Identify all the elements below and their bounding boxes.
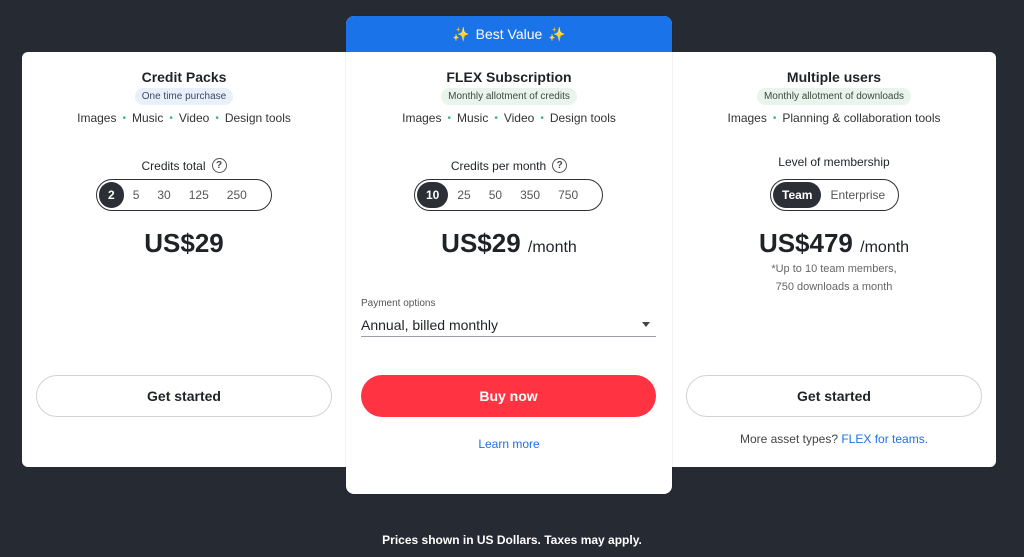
feature-list: Images • Music • Video • Design tools	[346, 111, 672, 125]
credit-option-50[interactable]: 50	[480, 182, 511, 208]
feature-item: Video	[178, 111, 210, 125]
feature-item: Design tools	[549, 111, 616, 125]
feature-item: Images	[727, 111, 767, 125]
selector-label-row: Level of membership	[672, 155, 996, 169]
price-note-line: *Up to 10 team members,	[771, 263, 897, 275]
get-started-button[interactable]: Get started	[36, 375, 332, 417]
selector-label-row: Credits total ?	[22, 158, 346, 173]
bullet-dot-icon: •	[494, 112, 498, 124]
more-assets-row: More asset types? FLEX for teams.	[672, 432, 996, 446]
selector-label: Credits total	[141, 158, 206, 173]
price-period: /month	[860, 239, 910, 256]
price-row: US$479 /month	[672, 228, 996, 259]
credit-packs-card: Credit Packs One time purchase Images • M…	[22, 52, 346, 467]
plan-title: Multiple users	[786, 69, 882, 85]
price: US$479	[758, 228, 853, 258]
credit-option-250[interactable]: 250	[218, 182, 256, 208]
credits-per-month-selector: 10 25 50 350 750	[414, 179, 603, 211]
help-icon[interactable]: ?	[552, 158, 568, 173]
prices-disclaimer: Prices shown in US Dollars. Taxes may ap…	[382, 533, 642, 547]
membership-option-team[interactable]: Team	[773, 182, 822, 208]
membership-level-selector: Team Enterprise	[770, 179, 899, 211]
credit-option-750[interactable]: 750	[549, 182, 587, 208]
feature-item: Video	[503, 111, 535, 125]
best-value-banner: ✨ Best Value ✨	[346, 16, 672, 52]
learn-more-link[interactable]: Learn more	[478, 437, 539, 451]
credit-option-350[interactable]: 350	[511, 182, 549, 208]
credit-option-10[interactable]: 10	[417, 182, 449, 208]
chevron-down-icon	[642, 322, 650, 327]
get-started-button[interactable]: Get started	[686, 375, 982, 417]
credit-option-25[interactable]: 25	[448, 182, 479, 208]
bullet-dot-icon: •	[447, 112, 451, 124]
sparkle-icon: ✨	[548, 25, 566, 42]
feature-list: Images • Planning & collaboration tools	[672, 111, 996, 125]
help-icon[interactable]: ?	[211, 158, 227, 173]
plan-tag-row: Monthly allotment of downloads	[672, 88, 996, 105]
bullet-dot-icon: •	[540, 112, 544, 124]
learn-more-row: Learn more	[346, 435, 672, 453]
sparkle-icon: ✨	[452, 25, 470, 42]
selector-label: Level of membership	[778, 155, 890, 169]
selector-label-row: Credits per month ?	[346, 158, 672, 173]
credit-option-125[interactable]: 125	[180, 182, 218, 208]
plan-tag: One time purchase	[134, 88, 234, 105]
plan-tag: Monthly allotment of downloads	[756, 88, 912, 105]
feature-item: Planning & collaboration tools	[782, 111, 941, 125]
payment-options-select[interactable]: Annual, billed monthly	[361, 313, 656, 337]
selector-label: Credits per month	[450, 158, 547, 173]
price: US$29	[441, 228, 521, 258]
bullet-dot-icon: •	[122, 112, 126, 124]
feature-item: Images	[77, 111, 117, 125]
more-assets-text: More asset types?	[739, 432, 838, 446]
feature-item: Music	[131, 111, 164, 125]
credit-option-30[interactable]: 30	[148, 182, 179, 208]
feature-item: Images	[402, 111, 442, 125]
payment-options-label: Payment options	[361, 298, 436, 309]
plan-title: Credit Packs	[141, 69, 227, 85]
price-row: US$29 /month	[346, 228, 672, 259]
bullet-dot-icon: •	[215, 112, 219, 124]
credits-total-selector: 2 5 30 125 250	[96, 179, 272, 211]
price-note: *Up to 10 team members, 750 downloads a …	[672, 260, 996, 296]
feature-item: Music	[456, 111, 489, 125]
plan-title: FLEX Subscription	[446, 69, 572, 85]
flex-for-teams-link[interactable]: FLEX for teams.	[841, 432, 928, 446]
bullet-dot-icon: •	[169, 112, 173, 124]
plan-tag: Monthly allotment of credits	[441, 88, 577, 105]
bullet-dot-icon: •	[772, 112, 777, 124]
price-note-line: 750 downloads a month	[775, 281, 893, 293]
flex-subscription-card: ✨ Best Value ✨ FLEX Subscription Monthly…	[346, 16, 672, 494]
price-period: /month	[527, 239, 577, 256]
feature-list: Images • Music • Video • Design tools	[22, 111, 346, 125]
credit-option-5[interactable]: 5	[124, 182, 149, 208]
feature-item: Design tools	[224, 111, 291, 125]
plan-tag-row: Monthly allotment of credits	[346, 88, 672, 105]
credit-option-2[interactable]: 2	[99, 182, 124, 208]
buy-now-button[interactable]: Buy now	[361, 375, 656, 417]
payment-options-value: Annual, billed monthly	[361, 316, 498, 333]
membership-option-enterprise[interactable]: Enterprise	[821, 182, 894, 208]
multiple-users-card: Multiple users Monthly allotment of down…	[672, 52, 996, 467]
plan-tag-row: One time purchase	[22, 88, 346, 105]
price: US$29	[144, 228, 224, 258]
best-value-label: Best Value	[475, 26, 543, 42]
